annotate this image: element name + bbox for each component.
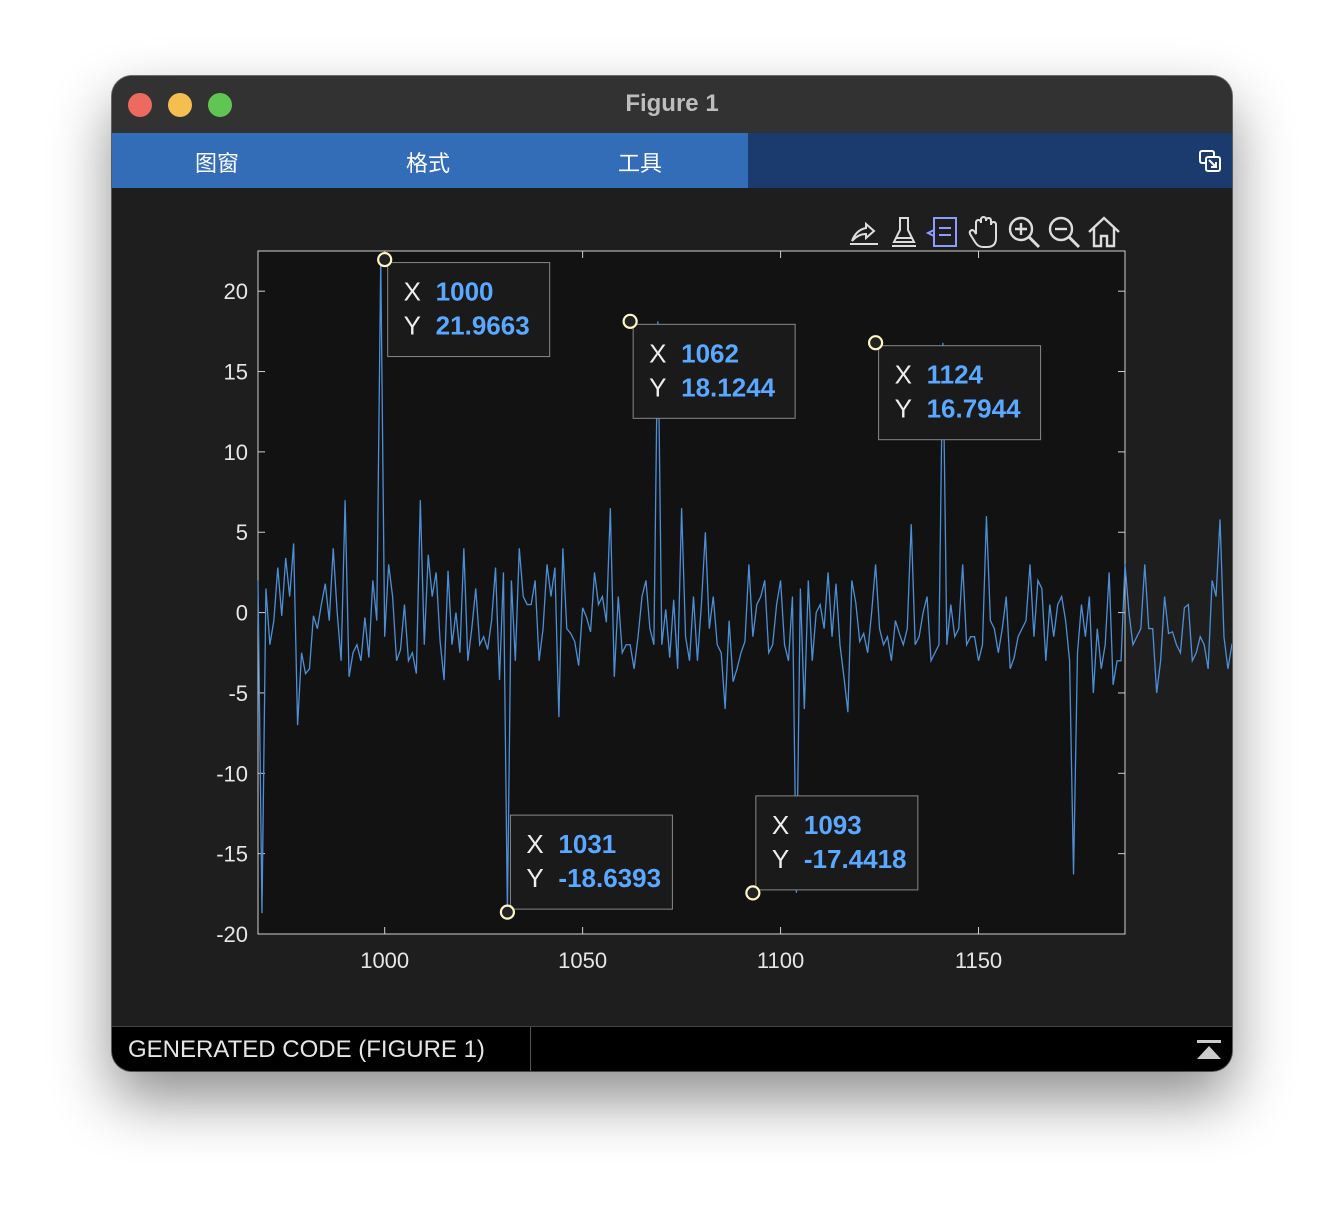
axes-chart[interactable]: -20 -15 -10 -5 0 5 10 15 20 1000 1050 1100 1150 X 1000… [112,188,1232,1026]
datatip-y-value: 16.7944 [927,394,1022,424]
undock-icon[interactable] [1198,149,1222,173]
y-tick-label: 15 [224,360,248,385]
tab-group: 图窗 格式 工具 [112,133,748,188]
tab-format[interactable]: 格式 [406,146,450,178]
datatip-y-key: Y [404,311,421,341]
toolstrip-tab-bar: 图窗 格式 工具 [112,133,1232,188]
datatip-marker [745,885,761,901]
x-tick-label: 1000 [360,948,409,973]
datatip-x-key: X [649,338,666,368]
datatip-marker [377,251,393,268]
datatip-x-key: X [895,360,912,390]
datatip-x-value: 1124 [927,360,984,390]
status-divider [530,1027,531,1071]
datatip-y-value: -17.4418 [804,844,907,874]
datatip-y-key: Y [526,863,543,893]
y-tick-label: -5 [228,681,248,706]
datatip-y-key: Y [649,372,666,402]
y-tick-label: -20 [216,922,248,947]
y-tick-label: 0 [236,601,248,626]
brush-export-icon[interactable] [846,214,882,250]
y-tick-label: 10 [224,440,248,465]
pan-hand-icon[interactable] [966,214,1002,250]
x-tick-label: 1100 [757,948,804,973]
datatip-y-key: Y [895,394,912,424]
data-tips-icon[interactable] [926,214,962,250]
datatip-marker [622,313,638,329]
datatip-marker [499,904,516,920]
window-title: Figure 1 [625,90,719,117]
datatip-x-value: 1031 [558,829,616,859]
y-tick-label: 20 [224,279,248,304]
tab-figure[interactable]: 图窗 [195,146,239,178]
x-tick-label: 1150 [955,948,1002,973]
datatip-x-value: 1000 [436,277,494,307]
y-tick-label: 5 [236,520,248,545]
datatip-y-value: 21.9663 [436,311,530,341]
datatip-x-value: 1062 [681,338,739,368]
zoom-out-icon[interactable] [1046,214,1082,250]
zoom-in-icon[interactable] [1006,214,1042,250]
datatip-y-key: Y [772,844,789,874]
y-tick-label: -15 [216,842,248,867]
datatip-x-key: X [772,810,789,840]
datatip-x-value: 1093 [804,810,862,840]
title-bar: Figure 1 [112,76,1232,134]
datatip-marker [867,335,884,351]
data-brush-icon[interactable] [886,214,922,250]
datatip-y-value: 18.1244 [681,372,776,402]
figure-window: Figure 1 图窗 格式 工具 -20 -15 -10 -5 0 5 10 15 20 100… [112,76,1232,1071]
y-tick-label: -10 [216,761,248,786]
expand-panel-icon[interactable] [1196,1039,1222,1061]
datatip-x-key: X [526,829,543,859]
generated-code-label[interactable]: GENERATED CODE (FIGURE 1) [128,1036,485,1064]
home-restore-icon[interactable] [1086,214,1122,250]
plot-area: -20 -15 -10 -5 0 5 10 15 20 1000 1050 1100 1150 X 1000… [112,188,1232,1026]
datatip-y-value: -18.6393 [558,863,661,893]
datatip-x-key: X [404,277,421,307]
tab-tools[interactable]: 工具 [618,146,662,178]
status-bar: GENERATED CODE (FIGURE 1) [112,1026,1232,1071]
x-tick-label: 1050 [558,948,607,973]
